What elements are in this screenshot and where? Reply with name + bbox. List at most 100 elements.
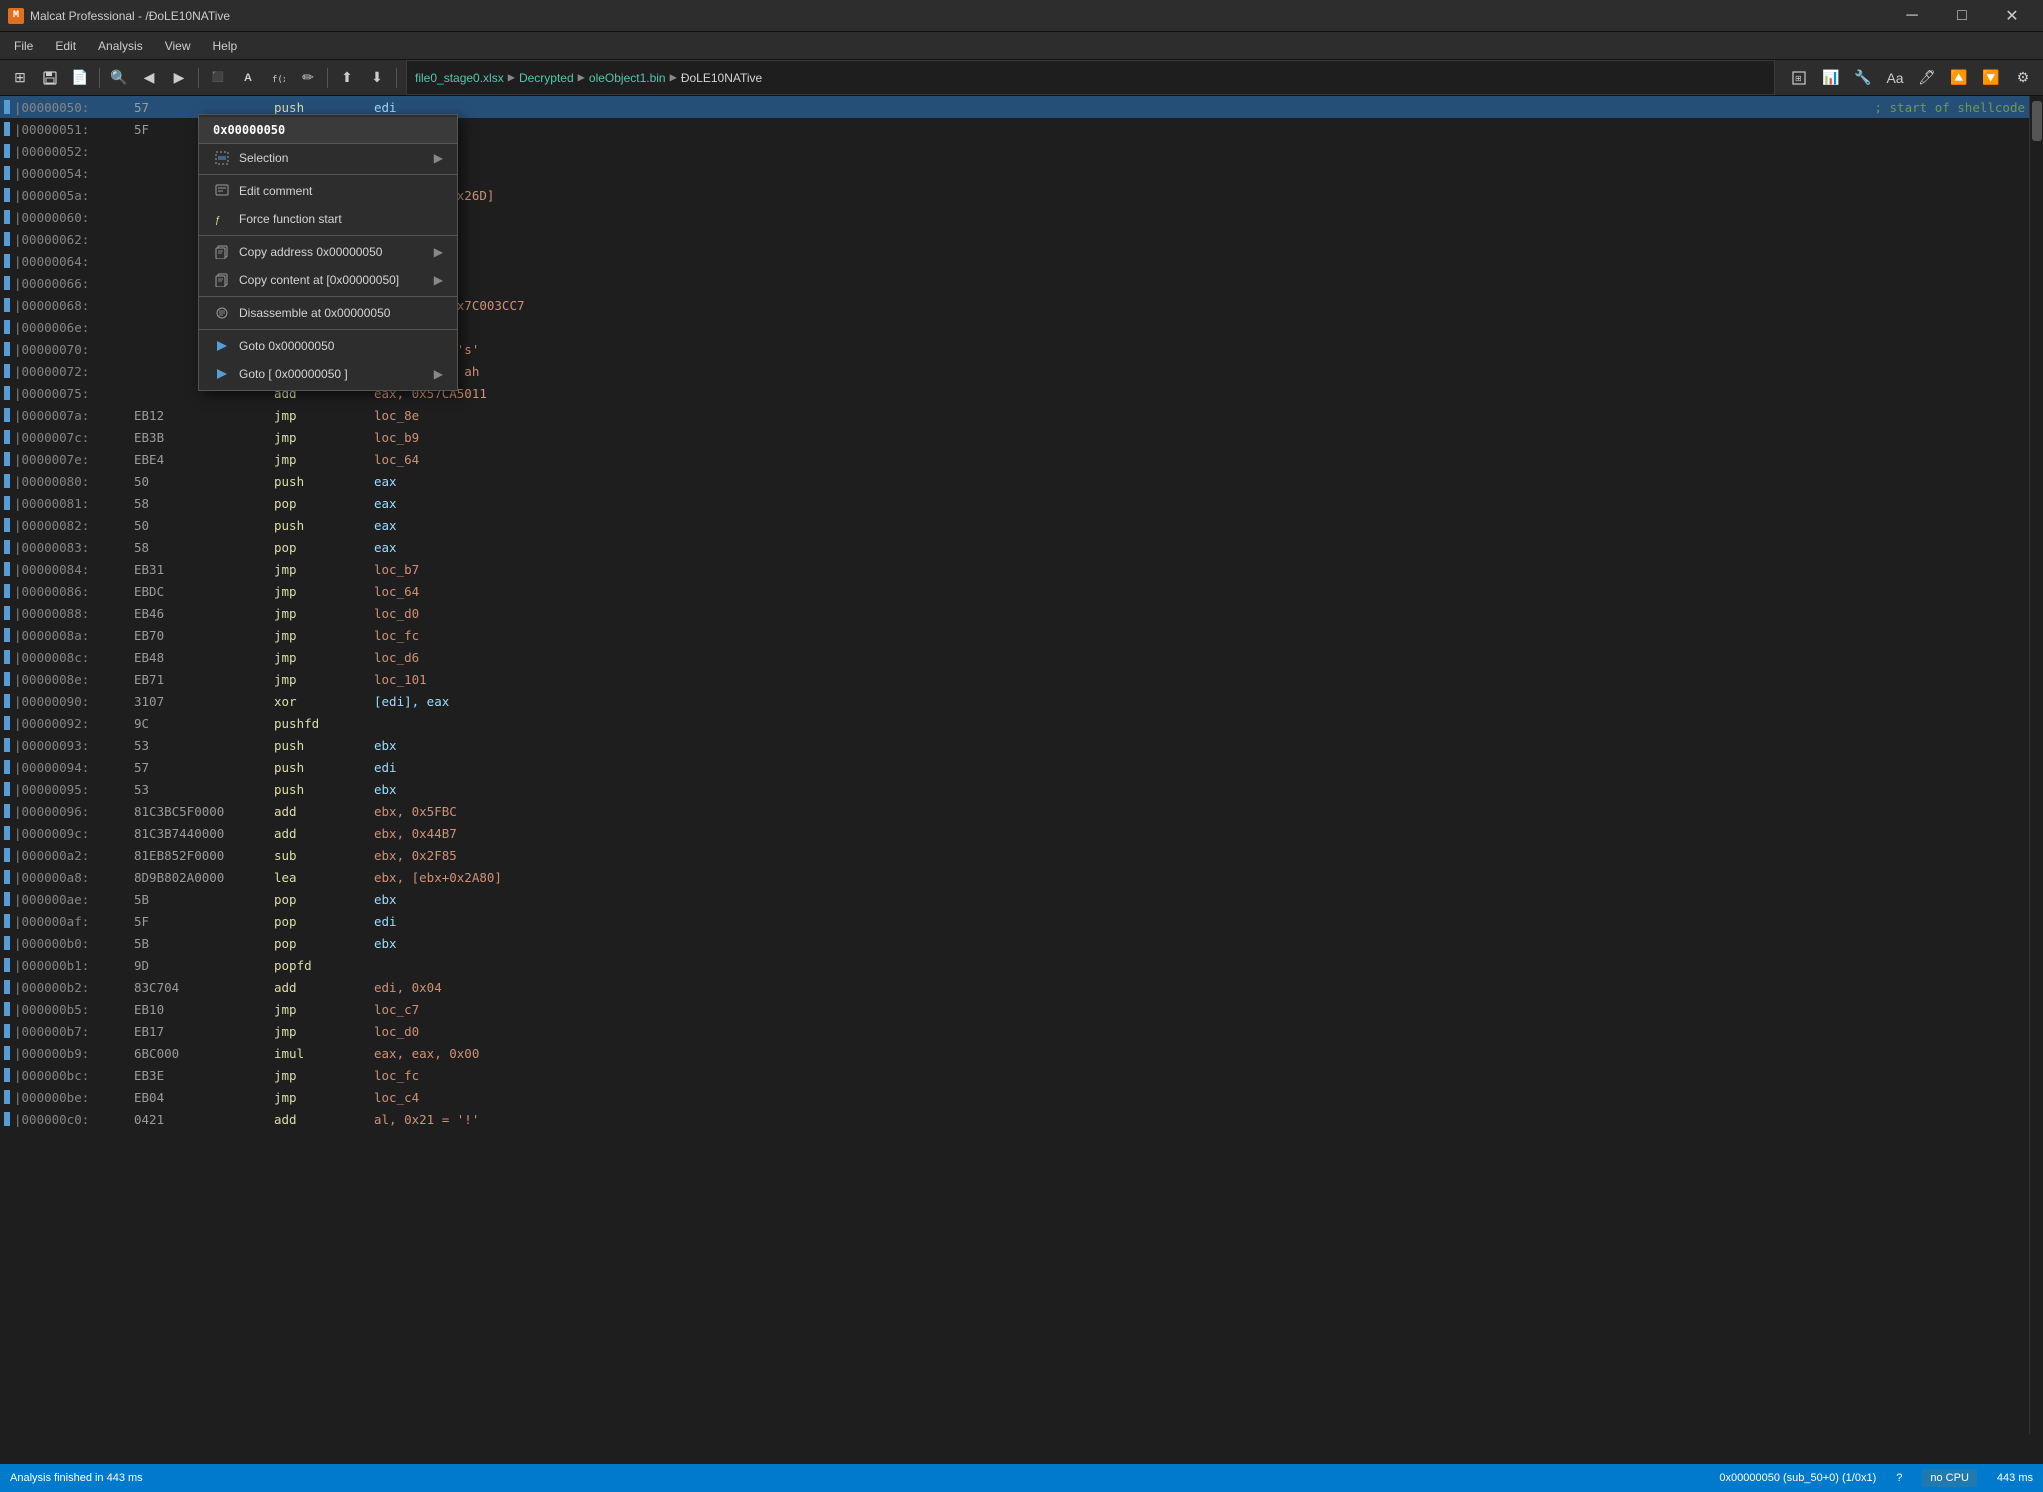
toolbar-btn-icon3[interactable]: 🔧 [1849,64,1877,92]
disasm-row[interactable]: |000000b1:9Dpopfd [0,954,2029,976]
context-menu-item[interactable]: Copy content at [0x00000050]▶ [199,266,457,294]
status-cpu[interactable]: no CPU [1930,1472,1969,1484]
disasm-row[interactable]: |00000088:EB46jmploc_d0 [0,602,2029,624]
row-operands: ebx, [ebx+0x2A80] [374,870,2025,885]
row-marker [4,870,10,884]
disasm-row[interactable]: |000000a2:81EB852F0000subebx, 0x2F85 [0,844,2029,866]
toolbar-btn-icon5[interactable]: 🖊 [1913,64,1941,92]
disasm-row[interactable]: |00000082:50pusheax [0,514,2029,536]
toolbar-btn-disasm[interactable]: f(x) [264,64,292,92]
toolbar-separator-3 [327,68,328,88]
context-menu-item[interactable]: Goto [ 0x00000050 ]▶ [199,360,457,388]
row-address: |0000007c: [14,430,134,445]
close-button[interactable]: ✕ [1989,0,2035,32]
disasm-row[interactable]: |000000c0:0421addal, 0x21 = '!' [0,1108,2029,1130]
row-bytes: EBE4 [134,452,274,467]
disasm-row[interactable]: |0000008a:EB70jmploc_fc [0,624,2029,646]
disasm-row[interactable]: |0000008c:EB48jmploc_d6 [0,646,2029,668]
toolbar-btn-up[interactable]: ⬆ [333,64,361,92]
disasm-row[interactable]: |00000093:53pushebx [0,734,2029,756]
row-operands: edi [374,760,2025,775]
disasm-row[interactable]: |0000007c:EB3Bjmploc_b9 [0,426,2029,448]
row-mnemonic: jmp [274,606,374,621]
row-operands: loc_54 [374,254,2025,269]
toolbar-btn-hex[interactable]: ⬛ [204,64,232,92]
context-menu-item[interactable]: Goto 0x00000050 [199,332,457,360]
breadcrumb-decrypted[interactable]: Decrypted [519,71,574,85]
toolbar-btn-edit[interactable]: ✏ [294,64,322,92]
toolbar-btn-down[interactable]: ⬇ [363,64,391,92]
toolbar-separator-4 [396,68,397,88]
toolbar-btn-next[interactable]: ▶ [165,64,193,92]
disasm-row[interactable]: |00000080:50pusheax [0,470,2029,492]
toolbar-btn-open[interactable]: 📄 [66,64,94,92]
disasm-row[interactable]: |00000086:EBDCjmploc_64 [0,580,2029,602]
row-marker [4,826,10,840]
toolbar-btn-search[interactable]: 🔍 [105,64,133,92]
breadcrumb-file[interactable]: file0_stage0.xlsx [415,71,504,85]
toolbar-btn-icon8[interactable]: ⚙ [2009,64,2037,92]
row-operands: loc_c4 [374,1090,2025,1105]
menu-view[interactable]: View [155,35,201,57]
context-menu-item[interactable]: Edit comment [199,177,457,205]
context-menu-item-label: Force function start [239,212,342,226]
toolbar-btn-icon4[interactable]: Aa [1881,64,1909,92]
row-address: |00000092: [14,716,134,731]
disasm-row[interactable]: |00000083:58popeax [0,536,2029,558]
toolbar-btn-icon6[interactable]: 🔼 [1945,64,1973,92]
context-menu-item[interactable]: Disassemble at 0x00000050 [199,299,457,327]
context-menu-item-icon: ƒ [213,210,231,228]
disasm-row[interactable]: |0000007e:EBE4jmploc_64 [0,448,2029,470]
disasm-row[interactable]: |000000be:EB04jmploc_c4 [0,1086,2029,1108]
toolbar-btn-strings[interactable]: A [234,64,262,92]
disasm-row[interactable]: |000000b2:83C704addedi, 0x04 [0,976,2029,998]
maximize-button[interactable]: □ [1939,0,1985,32]
disasm-row[interactable]: |000000bc:EB3Ejmploc_fc [0,1064,2029,1086]
minimize-button[interactable]: ─ [1889,0,1935,32]
context-menu-item[interactable]: ƒ Force function start [199,205,457,233]
context-menu-item[interactable]: Copy address 0x00000050▶ [199,238,457,266]
disasm-row[interactable]: |000000b5:EB10jmploc_c7 [0,998,2029,1020]
breadcrumb-oleobject[interactable]: oleObject1.bin [589,71,666,85]
disasm-row[interactable]: |000000a8:8D9B802A0000leaebx, [ebx+0x2A8… [0,866,2029,888]
toolbar-btn-grid[interactable]: ⊞ [6,64,34,92]
disasm-row[interactable]: |00000096:81C3BC5F0000addebx, 0x5FBC [0,800,2029,822]
disasm-row[interactable]: |00000090:3107xor[edi], eax [0,690,2029,712]
toolbar-btn-icon1[interactable]: ⊞ [1785,64,1813,92]
toolbar-separator-1 [99,68,100,88]
context-menu-item[interactable]: Selection▶ [199,144,457,172]
menu-file[interactable]: File [4,35,43,57]
row-marker [4,738,10,752]
disasm-row[interactable]: |0000008e:EB71jmploc_101 [0,668,2029,690]
disasm-row[interactable]: |0000007a:EB12jmploc_8e [0,404,2029,426]
menu-edit[interactable]: Edit [45,35,86,57]
disasm-row[interactable]: |00000095:53pushebx [0,778,2029,800]
menu-analysis[interactable]: Analysis [88,35,153,57]
context-menu-item-label: Selection [239,151,288,165]
toolbar-btn-prev[interactable]: ◀ [135,64,163,92]
disasm-row[interactable]: |00000081:58popeax [0,492,2029,514]
disasm-row[interactable]: |000000b9:6BC000imuleax, eax, 0x00 [0,1042,2029,1064]
toolbar-btn-save[interactable] [36,64,64,92]
disasm-row[interactable]: |000000af:5Fpopedi [0,910,2029,932]
row-operands: loc_fc [374,628,2025,643]
toolbar-btn-icon7[interactable]: 🔽 [1977,64,2005,92]
disasm-row[interactable]: |000000b0:5Bpopebx [0,932,2029,954]
scrollbar[interactable] [2029,96,2043,1434]
breadcrumb-sep-2: ▶ [578,70,585,85]
disasm-row[interactable]: |00000094:57pushedi [0,756,2029,778]
disasm-row[interactable]: |000000b7:EB17jmploc_d0 [0,1020,2029,1042]
scrollbar-thumb[interactable] [2032,101,2042,141]
toolbar-btn-icon2[interactable]: 📊 [1817,64,1845,92]
disasm-row[interactable]: |0000009c:81C3B7440000addebx, 0x44B7 [0,822,2029,844]
row-mnemonic: popfd [274,958,374,973]
svg-text:f(x): f(x) [272,75,285,85]
menu-help[interactable]: Help [203,35,248,57]
row-bytes: 8D9B802A0000 [134,870,274,885]
disasm-row[interactable]: |000000ae:5Bpopebx [0,888,2029,910]
disasm-row[interactable]: |00000084:EB31jmploc_b7 [0,558,2029,580]
row-marker [4,562,10,576]
toolbar-icons: ⊞ 📄 🔍 ◀ ▶ ⬛ A f(x) ✏ ⬆ ⬇ [0,64,406,92]
status-question[interactable]: ? [1896,1472,1902,1484]
disasm-row[interactable]: |00000092:9Cpushfd [0,712,2029,734]
